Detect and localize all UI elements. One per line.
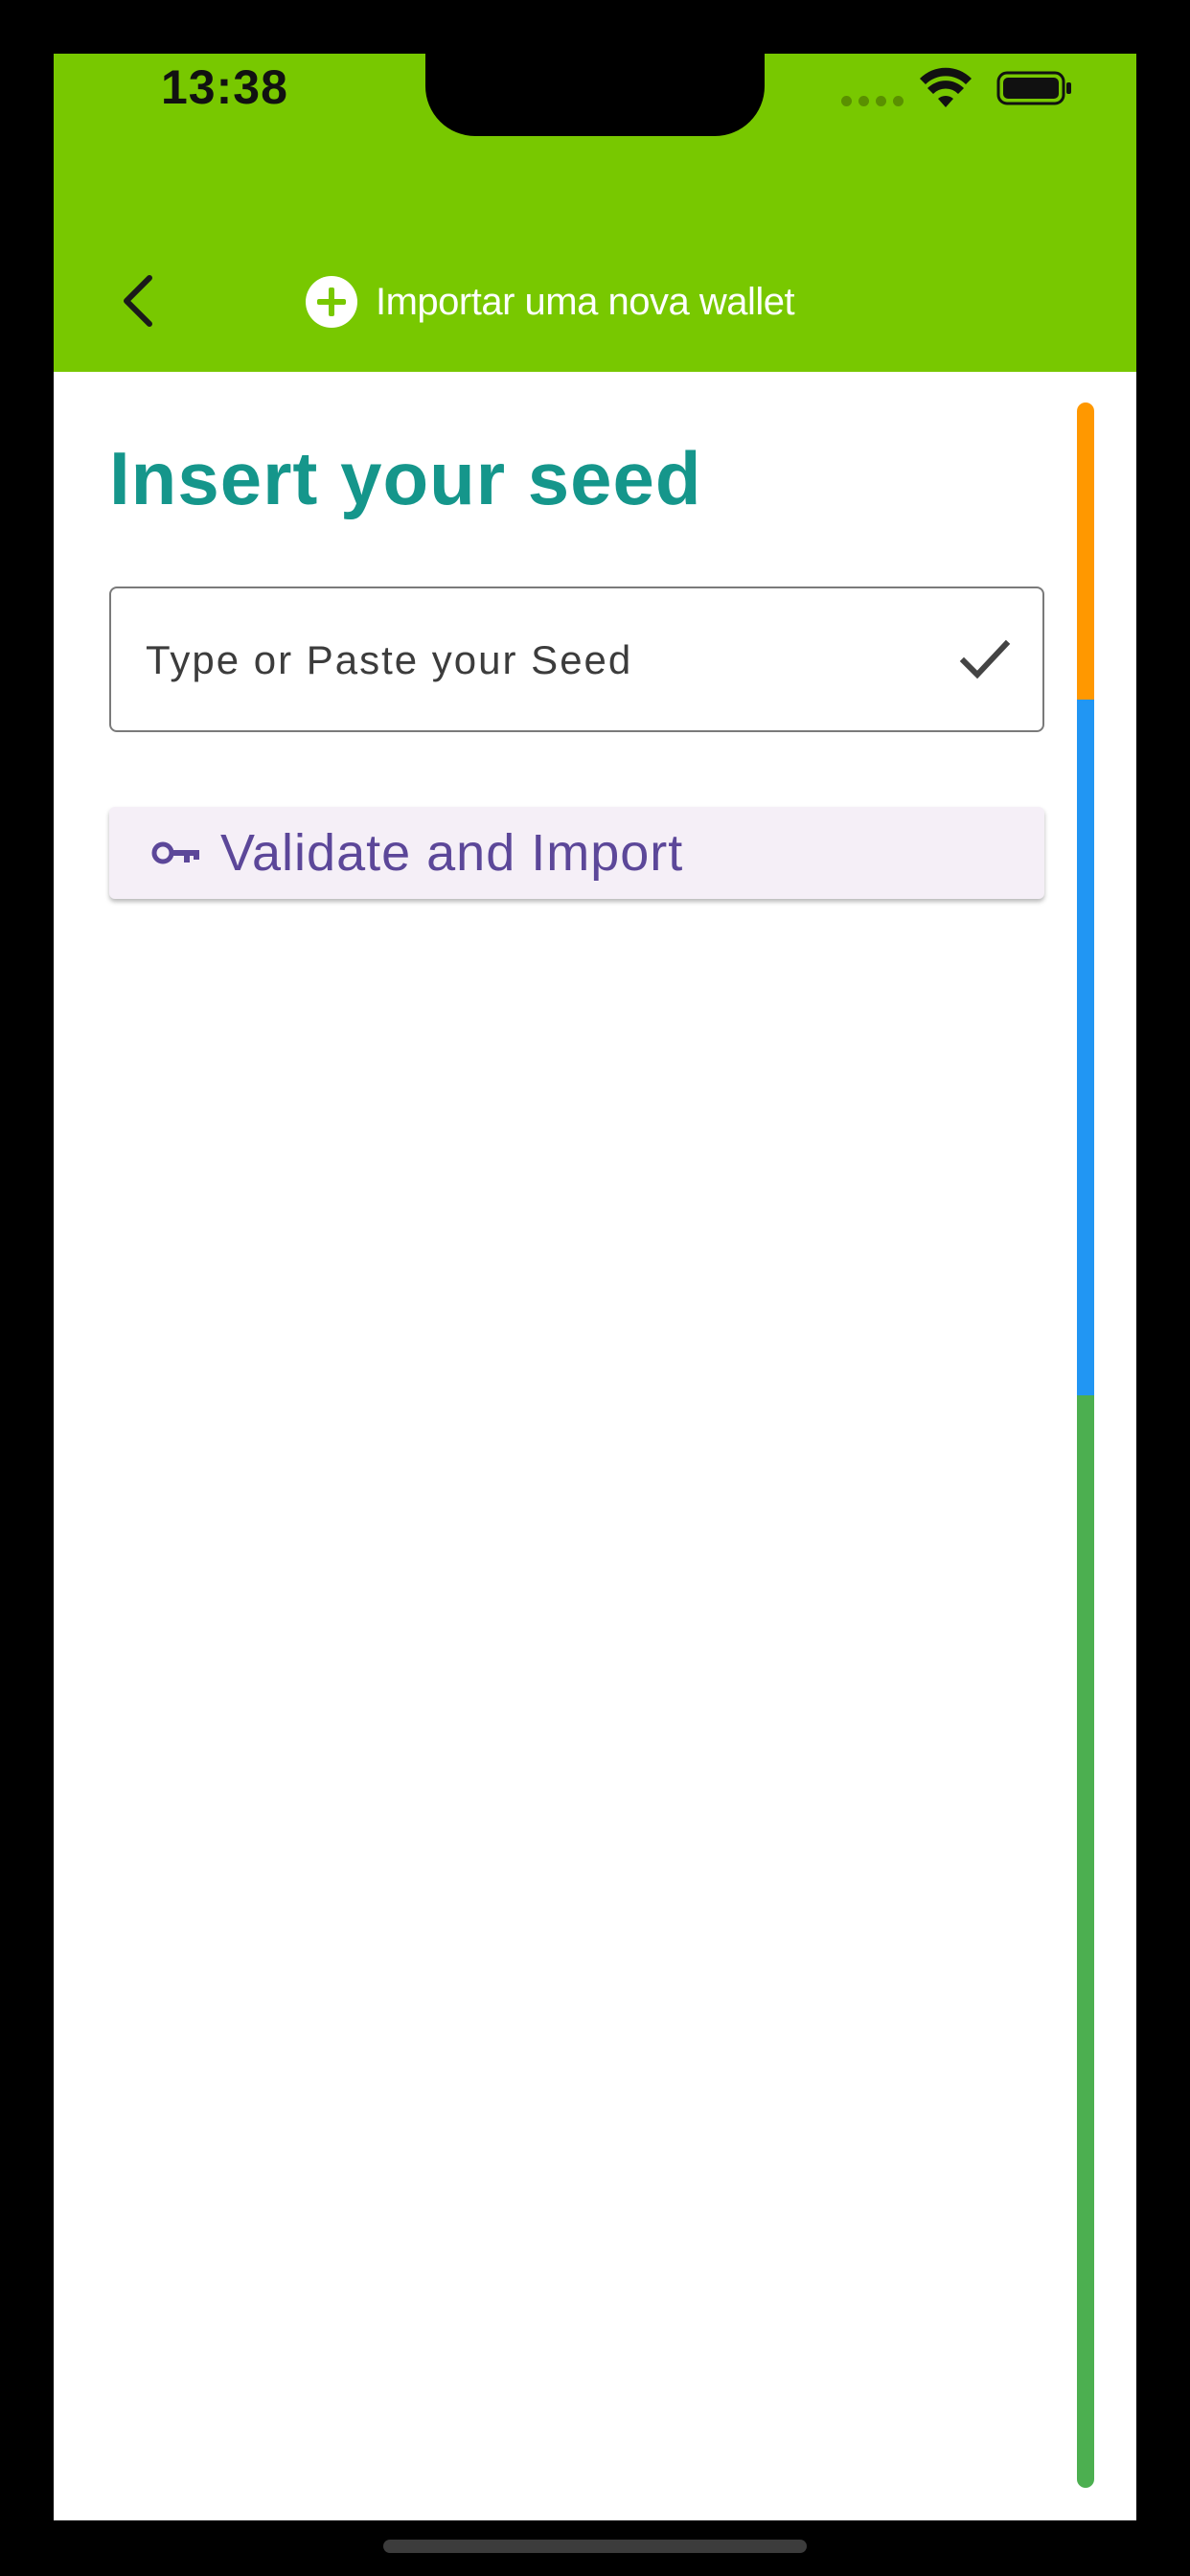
cellular-signal-icon — [841, 96, 904, 107]
home-indicator — [383, 2540, 807, 2553]
step-progress-bar — [1077, 402, 1094, 2488]
seed-field — [109, 586, 1044, 732]
key-icon — [151, 841, 199, 864]
validate-import-button[interactable]: Validate and Import — [109, 807, 1044, 899]
check-icon[interactable] — [958, 632, 1012, 686]
app-bar-title-group: Importar uma nova wallet — [305, 268, 795, 335]
wifi-icon — [920, 67, 972, 107]
status-time: 13:38 — [161, 60, 288, 114]
dynamic-island — [425, 54, 765, 136]
validate-import-label: Validate and Import — [220, 824, 684, 882]
plus-circle-icon — [306, 276, 357, 328]
battery-icon — [996, 71, 1071, 105]
back-button[interactable] — [103, 266, 172, 335]
chevron-left-icon — [124, 275, 152, 327]
app-bar: 13:38 Importar uma nova wallet — [54, 54, 1136, 372]
progress-segment-1 — [1077, 402, 1094, 700]
screen: 13:38 Importar uma nova wallet Insert yo… — [54, 54, 1136, 2520]
app-bar-title: Importar uma nova wallet — [376, 280, 795, 323]
progress-segment-3 — [1077, 1395, 1094, 2488]
progress-segment-2 — [1077, 700, 1094, 1395]
device-frame: 13:38 Importar uma nova wallet Insert yo… — [0, 0, 1190, 2576]
page-title: Insert your seed — [109, 436, 702, 520]
seed-input[interactable] — [144, 588, 933, 732]
